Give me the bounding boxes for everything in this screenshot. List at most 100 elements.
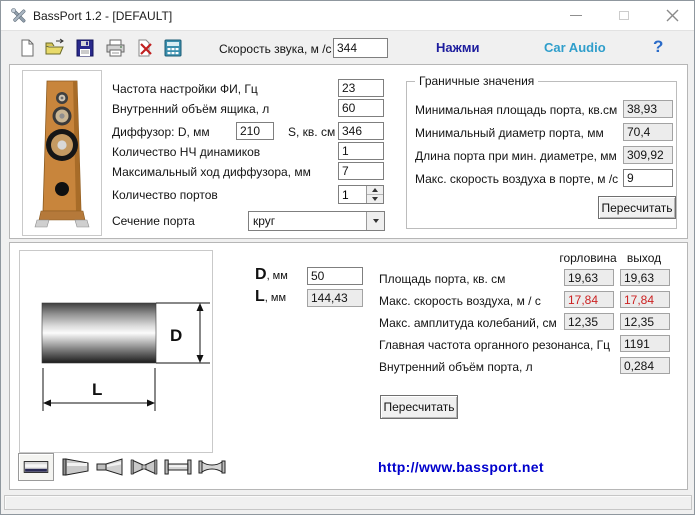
min-port-diameter-label: Минимальный диаметр порта, мм	[415, 126, 604, 140]
port-diameter-input[interactable]	[307, 267, 363, 285]
recalculate-port-button[interactable]: Пересчитать	[380, 395, 458, 419]
diffuser-area-label: S, кв. см	[288, 125, 336, 139]
shape-double-cone-button[interactable]	[128, 456, 160, 478]
diffuser-diameter-label: Диффузор: D, мм	[112, 125, 210, 139]
save-floppy-icon	[76, 39, 94, 56]
svg-text:L: L	[92, 380, 102, 399]
shape-flanged-tube-button[interactable]	[162, 456, 194, 478]
calculator-icon	[164, 39, 182, 56]
title-bar: BassPort 1.2 - [DEFAULT]	[1, 1, 694, 31]
minimize-button[interactable]	[557, 1, 595, 30]
diffuser-area-input[interactable]	[338, 122, 384, 140]
diffuser-diameter-input[interactable]	[236, 122, 274, 140]
port-count-input[interactable]	[339, 186, 366, 203]
port-volume-label: Внутренний объём порта, л	[379, 360, 533, 374]
delete-icon	[138, 39, 152, 56]
speed-of-sound-input[interactable]	[333, 38, 388, 58]
maximize-button[interactable]	[605, 1, 643, 30]
port-area-label: Площадь порта, кв. см	[379, 272, 506, 286]
print-button[interactable]	[103, 37, 127, 58]
delete-button[interactable]	[133, 37, 157, 58]
app-window: BassPort 1.2 - [DEFAULT] Скорость звука,…	[0, 0, 695, 515]
port-length-result: 144,43	[307, 289, 363, 307]
port-count-label: Количество портов	[112, 188, 218, 202]
woofer-count-label: Количество НЧ динамиков	[112, 145, 261, 159]
press-link[interactable]: Нажми	[436, 40, 479, 55]
svg-text:D: D	[170, 326, 182, 345]
close-icon	[666, 9, 678, 22]
chevron-down-icon	[372, 219, 379, 223]
port-count-stepper[interactable]	[338, 185, 384, 204]
port-section-dropdown[interactable]: круг	[248, 211, 385, 231]
port-area-exit: 19,63	[620, 269, 670, 286]
new-file-icon	[21, 39, 34, 56]
l-letter-label: L, мм	[255, 288, 287, 305]
box-volume-input[interactable]	[338, 99, 384, 117]
shape-cone-button[interactable]	[60, 456, 92, 478]
stepper-up-button[interactable]	[367, 186, 383, 194]
port-section-selected: круг	[253, 214, 276, 228]
port-length-label: Длина порта при мин. диаметре, мм	[415, 149, 617, 163]
dropdown-button[interactable]	[366, 212, 384, 230]
port-volume-value: 0,284	[620, 357, 670, 374]
amplitude-label: Макс. амплитуда колебаний, см	[379, 316, 557, 330]
min-port-area-label: Минимальная площадь порта, кв.см	[415, 103, 618, 117]
port-diagram-drawing: D L	[41, 302, 210, 411]
port-shape-cone-icon	[62, 458, 89, 476]
tuning-frequency-input[interactable]	[338, 79, 384, 97]
port-panel: D L D, мм L, мм 144,43 горловина выход П…	[9, 242, 688, 490]
d-letter-label: D, мм	[255, 266, 288, 283]
bassport-url-link[interactable]: http://www.bassport.net	[378, 459, 544, 475]
open-folder-icon	[45, 38, 64, 54]
min-port-diameter-value: 70,4	[623, 123, 673, 141]
new-file-button[interactable]	[15, 37, 39, 58]
speaker-picture-icon	[23, 71, 101, 235]
port-section-label: Сечение порта	[112, 214, 195, 228]
organ-resonance-label: Главная частота органного резонанса, Гц	[379, 338, 611, 352]
arrow-down-icon	[372, 197, 378, 201]
recalculate-limits-button[interactable]: Пересчитать	[598, 196, 676, 219]
printer-icon	[106, 39, 124, 56]
stepper-down-button[interactable]	[367, 194, 383, 203]
air-speed-throat: 17,84	[564, 291, 614, 308]
port-shape-horn-icon	[96, 458, 123, 476]
air-speed-exit: 17,84	[620, 291, 670, 308]
port-length-value: 309,92	[623, 146, 673, 164]
max-air-speed-label: Макс. скорость воздуха в порте, м /с	[415, 172, 619, 186]
amplitude-throat: 12,35	[564, 313, 614, 330]
limits-groupbox: Граничные значения Минимальная площадь п…	[406, 74, 677, 229]
speed-of-sound-label: Скорость звука, м /с	[219, 42, 332, 56]
port-diagram: D L	[19, 250, 213, 453]
port-area-throat: 19,63	[564, 269, 614, 286]
shape-horn-button[interactable]	[94, 456, 126, 478]
window-title: BassPort 1.2 - [DEFAULT]	[33, 9, 173, 23]
max-air-speed-input[interactable]	[623, 169, 673, 187]
column-throat-header: горловина	[559, 251, 617, 265]
calculator-button[interactable]	[161, 37, 185, 58]
port-shape-cylinder-icon	[23, 461, 49, 473]
maximize-icon	[619, 11, 629, 20]
status-bar	[4, 495, 692, 510]
limits-title: Граничные значения	[415, 74, 539, 88]
amplitude-exit: 12,35	[620, 313, 670, 330]
parameters-panel: Частота настройки ФИ, Гц Внутренний объё…	[9, 64, 688, 239]
car-audio-link[interactable]: Car Audio	[544, 40, 606, 55]
shape-double-flared-button[interactable]	[196, 456, 228, 478]
woofer-count-input[interactable]	[338, 142, 384, 160]
shape-cylinder-button[interactable]	[18, 453, 54, 481]
save-file-button[interactable]	[73, 37, 97, 58]
help-link[interactable]: ?	[653, 37, 663, 57]
tuning-frequency-label: Частота настройки ФИ, Гц	[112, 82, 258, 96]
max-excursion-input[interactable]	[338, 162, 384, 180]
open-file-button[interactable]	[43, 37, 67, 58]
air-speed-label: Макс. скорость воздуха, м / с	[379, 294, 541, 308]
box-volume-label: Внутренний объём ящика, л	[112, 102, 270, 116]
speaker-image	[22, 70, 102, 236]
column-exit-header: выход	[626, 251, 662, 265]
min-port-area-value: 38,93	[623, 100, 673, 118]
port-shape-double-flared-icon	[198, 460, 226, 474]
port-shape-double-cone-icon	[130, 459, 158, 475]
minimize-icon	[570, 15, 582, 16]
max-excursion-label: Максимальный ход диффузора, мм	[112, 165, 311, 179]
close-button[interactable]	[653, 1, 691, 30]
